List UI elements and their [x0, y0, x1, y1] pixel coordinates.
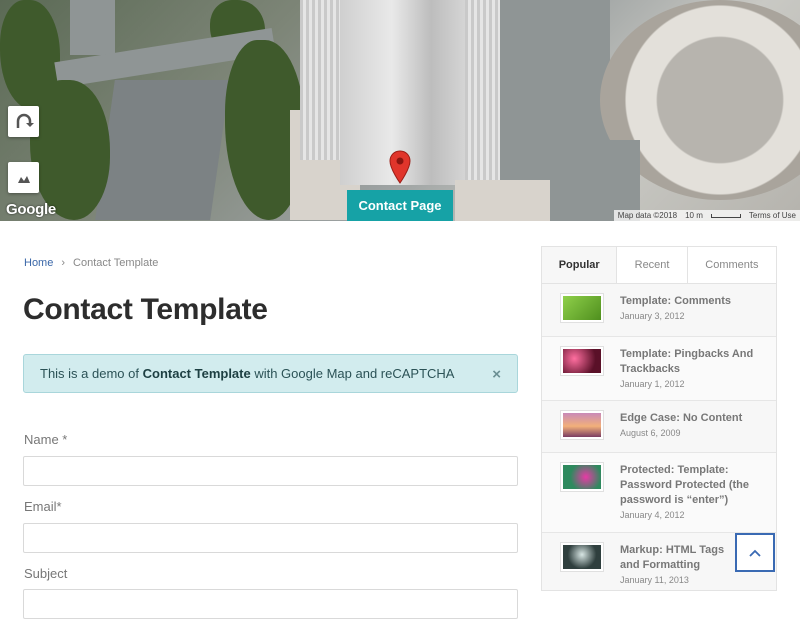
- chevron-up-icon: [749, 549, 761, 557]
- list-item[interactable]: Template: Pingbacks And Trackbacks Janua…: [542, 337, 776, 401]
- page-title: Contact Template: [23, 293, 268, 326]
- terms-link[interactable]: Terms of Use: [749, 211, 796, 220]
- alert-prefix: This is a demo of: [40, 366, 143, 381]
- map-type-button[interactable]: [8, 162, 39, 193]
- breadcrumb: Home › Contact Template: [24, 257, 158, 269]
- google-logo: Google: [6, 201, 56, 218]
- map-tile: [550, 140, 640, 221]
- map-pin-icon[interactable]: [389, 150, 411, 184]
- map-scale-bar: [710, 213, 741, 218]
- name-input[interactable]: [23, 456, 518, 486]
- tab-popular[interactable]: Popular: [542, 247, 617, 283]
- alert-close-button[interactable]: ×: [492, 366, 501, 383]
- map-tile: [300, 0, 345, 160]
- post-title[interactable]: Template: Pingbacks And Trackbacks: [620, 347, 776, 377]
- list-item[interactable]: Protected: Template: Password Protected …: [542, 453, 776, 533]
- alert-suffix: with Google Map and reCAPTCHA: [250, 366, 455, 381]
- breadcrumb-home-link[interactable]: Home: [24, 257, 53, 269]
- map-data-text: Map data ©2018: [617, 211, 678, 220]
- post-title[interactable]: Edge Case: No Content: [620, 411, 776, 426]
- list-item[interactable]: Template: Comments January 3, 2012: [542, 284, 776, 337]
- contact-page-tab[interactable]: Contact Page: [347, 190, 453, 221]
- sidebar-tabs: Popular Recent Comments: [542, 247, 776, 284]
- subject-label: Subject: [24, 566, 68, 581]
- post-thumbnail[interactable]: [561, 543, 603, 571]
- post-thumbnail[interactable]: [561, 463, 603, 491]
- satellite-icon: [17, 175, 30, 183]
- post-thumbnail[interactable]: [561, 347, 603, 375]
- alert-bold: Contact Template: [142, 366, 251, 381]
- list-item[interactable]: Edge Case: No Content August 6, 2009: [542, 401, 776, 453]
- email-label: Email*: [24, 499, 62, 514]
- breadcrumb-separator: ›: [61, 257, 66, 269]
- map-tile: [70, 0, 115, 55]
- map-scale-label: 10 m: [685, 211, 703, 220]
- post-date: January 4, 2012: [620, 510, 685, 520]
- breadcrumb-current: Contact Template: [73, 257, 159, 269]
- back-to-top-button[interactable]: [735, 533, 775, 572]
- map-tile: [465, 0, 500, 185]
- map-attribution: Map data ©2018 10 m Terms of Use: [613, 210, 800, 221]
- info-alert: This is a demo of Contact Template with …: [23, 354, 518, 393]
- rotate-icon: [16, 113, 34, 128]
- post-title[interactable]: Template: Comments: [620, 294, 776, 309]
- post-date: January 1, 2012: [620, 379, 685, 389]
- subject-input[interactable]: [23, 589, 518, 619]
- post-title[interactable]: Protected: Template: Password Protected …: [620, 463, 776, 508]
- map-tile: [455, 180, 555, 221]
- email-input[interactable]: [23, 523, 518, 553]
- post-date: January 3, 2012: [620, 311, 685, 321]
- post-date: January 11, 2013: [620, 575, 689, 585]
- tab-recent[interactable]: Recent: [616, 247, 686, 283]
- tab-comments[interactable]: Comments: [686, 247, 776, 283]
- map[interactable]: Google Map data ©2018 10 m Terms of Use …: [0, 0, 800, 221]
- alert-text: This is a demo of Contact Template with …: [40, 366, 454, 381]
- map-tile: [30, 80, 110, 220]
- post-date: August 6, 2009: [620, 428, 681, 438]
- post-thumbnail[interactable]: [561, 411, 603, 439]
- name-label: Name *: [24, 432, 68, 447]
- rotate-view-button[interactable]: [8, 106, 39, 137]
- post-thumbnail[interactable]: [561, 294, 603, 322]
